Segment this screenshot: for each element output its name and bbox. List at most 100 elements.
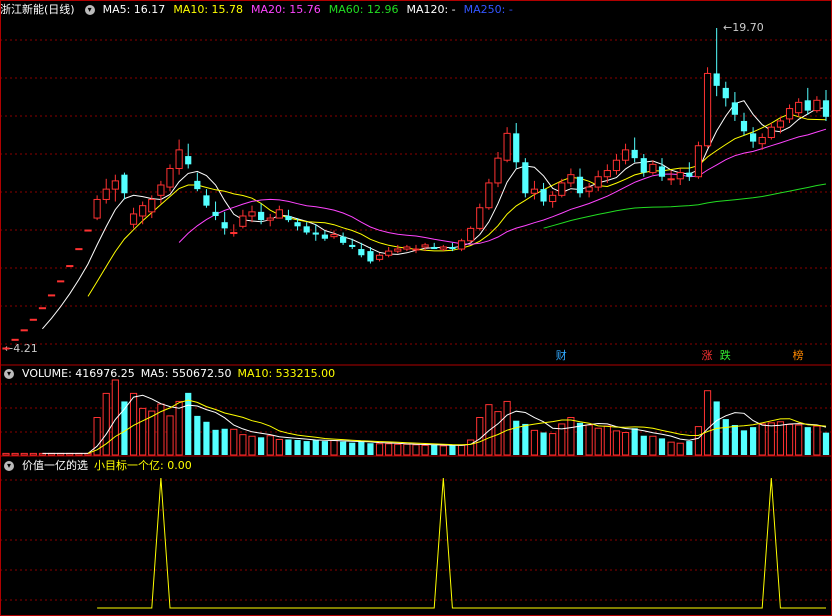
volume-bar	[449, 445, 456, 455]
volume-bar	[439, 445, 447, 456]
candle-body	[567, 174, 575, 184]
volume-bar	[731, 425, 738, 455]
volume-bar	[248, 435, 256, 456]
volume-bar	[266, 435, 274, 456]
candle-body	[20, 329, 28, 332]
candle-body	[431, 246, 438, 250]
candle-body	[594, 176, 602, 188]
volume-bar	[667, 441, 675, 456]
volume-bar	[795, 424, 803, 456]
event-tag-2[interactable]: 跌	[720, 350, 731, 362]
candle-body	[330, 234, 338, 238]
candle-body	[349, 244, 356, 247]
volume-bar	[185, 392, 192, 455]
candle-body	[667, 178, 675, 181]
volume-bar	[530, 429, 539, 456]
candle-body	[822, 100, 830, 117]
candle-body	[166, 167, 174, 188]
candle-body	[102, 188, 110, 200]
candle-body	[212, 211, 219, 216]
candle-body	[522, 162, 529, 194]
volume-bar	[29, 452, 37, 456]
volume-bar	[804, 427, 811, 455]
candle-body	[494, 157, 502, 184]
candle-body	[412, 248, 420, 251]
candle-body	[513, 133, 520, 163]
candle-body	[66, 265, 74, 268]
candle-body	[129, 213, 138, 225]
candle-body	[476, 207, 484, 229]
volume-bar	[166, 415, 174, 456]
candle-body	[303, 226, 310, 233]
volume-bar	[394, 443, 402, 456]
volume-bar	[813, 425, 821, 456]
candle-body	[585, 186, 593, 192]
volume-bar	[385, 443, 393, 456]
volume-bar	[175, 400, 183, 456]
candle-body	[439, 246, 447, 250]
volume-bar	[485, 404, 493, 456]
candle-body	[29, 318, 37, 321]
candle-body	[84, 229, 92, 232]
candle-body	[221, 222, 228, 229]
volume-bar	[640, 435, 647, 455]
candle-body	[785, 108, 794, 120]
volume-bar	[412, 444, 420, 456]
candle-body	[612, 159, 621, 172]
volume-bar	[303, 441, 310, 455]
event-tag-3[interactable]: 榜	[793, 350, 804, 362]
volume-bar	[212, 429, 219, 455]
ma10-line	[87, 113, 827, 297]
volume-bar	[194, 415, 201, 455]
candle-body	[285, 215, 292, 221]
candle-body	[148, 198, 156, 213]
candle-body	[139, 205, 147, 217]
event-tag-0[interactable]: 财	[556, 350, 567, 362]
volume-bar	[403, 443, 411, 456]
volume-bar	[2, 452, 10, 456]
volume-bar	[594, 427, 602, 456]
candle-body	[658, 166, 666, 177]
volume-bar	[285, 439, 292, 455]
volume-bar	[758, 423, 766, 456]
candle-body	[294, 222, 301, 227]
candle-body	[503, 132, 511, 161]
volume-bar	[750, 427, 757, 455]
volume-bar	[203, 421, 210, 455]
volume-bar	[612, 430, 621, 456]
volume-bar	[321, 441, 328, 455]
candle-body	[230, 232, 238, 235]
volume-bar	[694, 426, 703, 456]
volume-bar	[676, 442, 684, 456]
candle-body	[558, 182, 566, 196]
candle-body	[530, 188, 539, 194]
candle-body	[722, 87, 729, 99]
stock-chart	[0, 0, 832, 616]
candle-body	[203, 195, 210, 206]
candle-body	[375, 254, 384, 260]
candle-body	[776, 120, 785, 128]
candle-body	[621, 149, 630, 161]
candle-body	[540, 189, 547, 202]
candle-body	[385, 250, 393, 256]
volume-bar	[239, 434, 247, 456]
candle-body	[694, 145, 703, 178]
volume-bar	[330, 440, 338, 456]
volume-bar	[603, 425, 611, 456]
candle-body	[758, 136, 766, 145]
candle-body	[266, 217, 274, 221]
volume-bar	[767, 422, 775, 456]
signal-line	[97, 477, 826, 609]
ma20-line	[178, 128, 827, 245]
volume-bar	[421, 444, 429, 456]
volume-bar	[631, 428, 638, 455]
candle-body	[676, 172, 684, 180]
volume-bar	[375, 443, 384, 456]
volume-bar	[549, 433, 557, 456]
event-tag-1[interactable]: 涨	[702, 350, 713, 362]
volume-bar	[467, 439, 475, 456]
volume-bar	[367, 443, 374, 455]
volume-bar	[658, 438, 666, 455]
candle-body	[767, 126, 775, 138]
candle-body	[258, 211, 265, 221]
